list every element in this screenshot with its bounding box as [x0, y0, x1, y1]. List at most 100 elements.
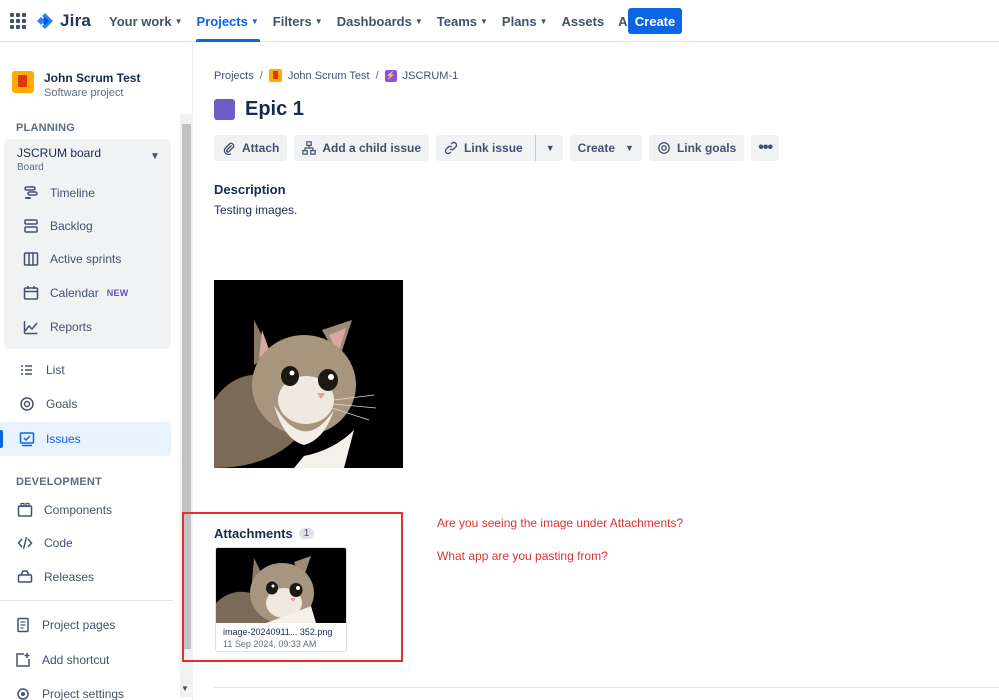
nav-assets[interactable]: Assets	[555, 0, 612, 42]
sidebar-item-code[interactable]: Code	[0, 526, 171, 560]
chevron-down-icon: ▼	[414, 16, 423, 26]
add-shortcut-icon	[14, 651, 32, 669]
breadcrumb-separator: /	[259, 69, 263, 82]
project-avatar-icon	[268, 69, 282, 82]
issue-title-row: Epic 1	[214, 98, 304, 121]
sidebar-item-add-shortcut[interactable]: Add shortcut	[0, 643, 171, 677]
nav-label: Your work	[109, 13, 172, 29]
sidebar-item-label: List	[46, 363, 65, 377]
attachments-count-badge: 1	[298, 528, 315, 539]
board-title[interactable]: JSCRUM board	[17, 146, 101, 160]
scroll-down-arrow-icon[interactable]: ▼	[181, 684, 189, 693]
jira-logo[interactable]: Jira	[36, 11, 91, 31]
sidebar-item-label: Reports	[50, 320, 93, 334]
attach-label: Attach	[242, 141, 280, 155]
breadcrumb-issue-key[interactable]: JSCRUM-1	[403, 70, 459, 82]
attachment-thumbnail[interactable]	[216, 548, 346, 623]
sidebar-item-list[interactable]: List	[0, 353, 171, 387]
link-issue-button[interactable]: Link issue ▼	[436, 135, 563, 161]
breadcrumb-projects[interactable]: Projects	[214, 70, 254, 82]
create-label: Create	[577, 141, 616, 155]
create-button[interactable]: Create	[628, 8, 682, 34]
chevron-down-icon: ▼	[174, 16, 183, 26]
create-dropdown-button[interactable]: Create ▼	[569, 135, 642, 161]
epic-lightning-icon: ⚡	[384, 69, 397, 82]
top-navigation: Jira Your work ▼ Projects ▼ Filters ▼ Dashb…	[0, 0, 999, 42]
sidebar-item-components[interactable]: Components	[0, 493, 171, 527]
project-name: John Scrum Test	[44, 71, 141, 85]
more-actions-button[interactable]: •••	[751, 135, 780, 161]
nav-label: Teams	[436, 13, 477, 29]
issue-toolbar: Attach Add a child issue Link issue ▼ Cr…	[214, 135, 780, 161]
epic-color-icon	[214, 99, 235, 120]
chevron-down-icon[interactable]: ▼	[546, 143, 563, 153]
issue-title[interactable]: Epic 1	[245, 98, 304, 121]
sidebar-item-timeline[interactable]: Timeline	[4, 176, 175, 210]
sidebar-item-label: Issues	[46, 432, 81, 446]
project-sidebar: John Scrum Test Software project PLANNIN…	[0, 43, 193, 700]
sidebar-item-goals[interactable]: Goals	[0, 387, 171, 421]
nav-label: Projects	[196, 13, 248, 29]
sidebar-item-backlog[interactable]: Backlog	[4, 209, 175, 243]
sidebar-item-issues[interactable]: Issues	[0, 422, 171, 456]
breadcrumb-project[interactable]: John Scrum Test	[288, 70, 370, 82]
sidebar-item-label: Releases	[44, 570, 95, 584]
sidebar-item-label: Code	[44, 536, 73, 550]
split-divider	[534, 135, 536, 161]
attachments-label: Attachments	[214, 526, 293, 541]
nav-projects[interactable]: Projects ▼	[190, 0, 266, 42]
sidebar-item-label: Project settings	[42, 687, 125, 700]
new-badge: NEW	[106, 288, 129, 298]
description-text[interactable]: Testing images.	[214, 203, 297, 217]
link-goals-button[interactable]: Link goals	[648, 135, 745, 161]
goals-icon	[18, 395, 36, 413]
planning-section-title: PLANNING	[16, 122, 76, 134]
releases-icon	[16, 568, 34, 586]
link-goals-label: Link goals	[676, 141, 737, 155]
sidebar-item-project-pages[interactable]: Project pages	[0, 608, 171, 642]
description-image[interactable]	[214, 280, 403, 468]
link-icon	[444, 141, 458, 155]
attachment-filename: image-20240911... 352.png	[223, 627, 333, 637]
link-issue-label: Link issue	[464, 141, 523, 155]
components-icon	[16, 501, 34, 519]
annotation-note-1: Are you seeing the image under Attachmen…	[437, 516, 684, 530]
chevron-down-icon: ▼	[314, 16, 323, 26]
add-child-label: Add a child issue	[322, 141, 422, 155]
nav-label: Dashboards	[336, 13, 412, 29]
nav-your-work[interactable]: Your work ▼	[102, 0, 190, 42]
sidebar-item-label: Components	[44, 503, 113, 517]
chevron-down-icon: ▼	[480, 16, 488, 26]
jira-logo-text: Jira	[60, 11, 92, 30]
list-icon	[18, 361, 36, 379]
sidebar-item-label: Add shortcut	[42, 653, 110, 667]
nav-dashboards[interactable]: Dashboards ▼	[330, 0, 430, 42]
hierarchy-icon	[302, 141, 317, 155]
chevron-down-icon[interactable]: ▼	[150, 151, 160, 162]
content-divider	[214, 687, 999, 688]
chevron-down-icon: ▼	[625, 143, 634, 153]
cat-thumbnail-image	[216, 548, 346, 623]
sidebar-item-calendar[interactable]: Calendar NEW	[4, 276, 175, 310]
nav-filters[interactable]: Filters ▼	[266, 0, 330, 42]
nav-teams[interactable]: Teams ▼	[430, 0, 495, 42]
nav-plans[interactable]: Plans ▼	[495, 0, 555, 42]
attach-button[interactable]: Attach	[214, 135, 288, 161]
sidebar-divider	[0, 600, 173, 601]
jira-logo-icon	[37, 13, 53, 29]
sidebar-item-active-sprints[interactable]: Active sprints	[4, 242, 175, 276]
description-label: Description	[214, 182, 286, 197]
sidebar-item-reports[interactable]: Reports	[4, 310, 175, 344]
board-subtitle: Board	[17, 162, 44, 173]
app-switcher-icon[interactable]	[10, 13, 26, 29]
project-header[interactable]: John Scrum Test Software project	[12, 71, 140, 99]
attachments-header: Attachments 1	[214, 526, 315, 541]
issues-icon	[18, 430, 36, 448]
add-child-issue-button[interactable]: Add a child issue	[294, 135, 430, 161]
timeline-icon	[22, 184, 40, 202]
attachment-card[interactable]: image-20240911... 352.png 11 Sep 2024, 0…	[215, 547, 347, 652]
sidebar-item-project-settings[interactable]: Project settings	[0, 677, 171, 700]
settings-icon	[14, 685, 32, 700]
nav-label: Filters	[272, 13, 312, 29]
sidebar-item-releases[interactable]: Releases	[0, 560, 171, 594]
